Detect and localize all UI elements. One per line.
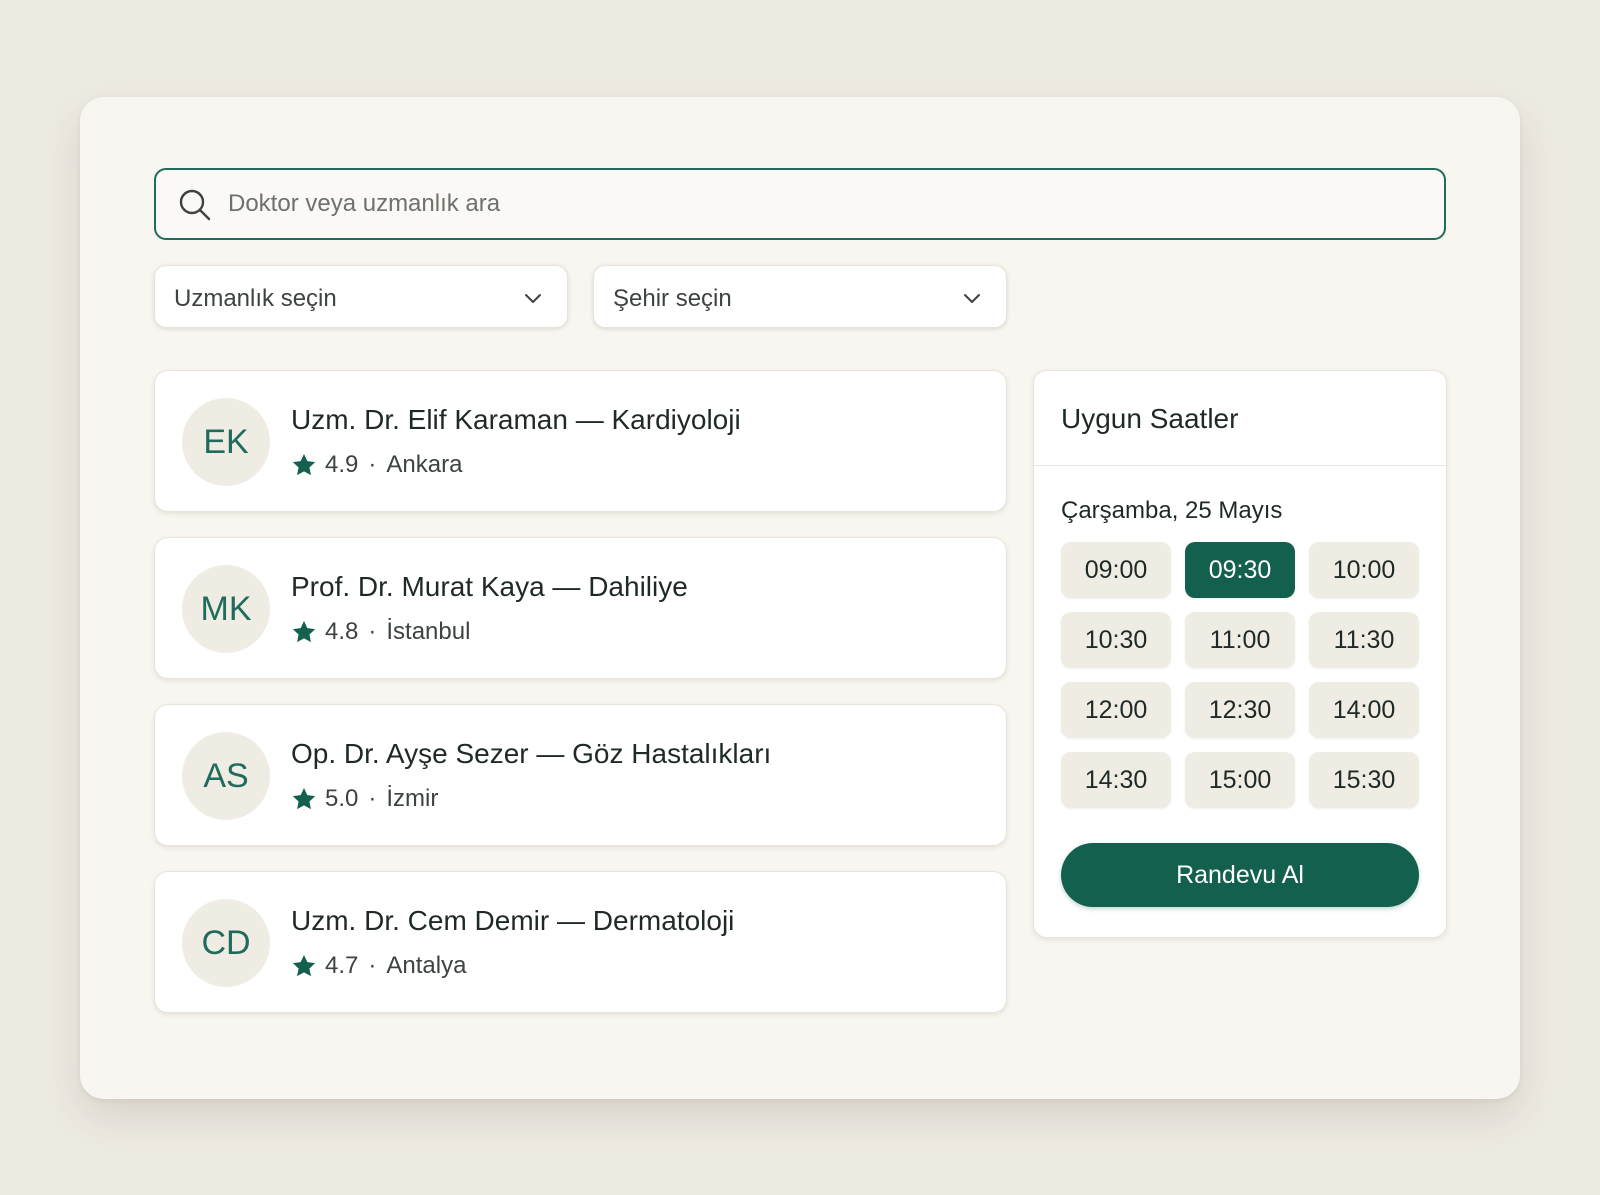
time-slot-selected[interactable]: 09:30 xyxy=(1185,542,1295,598)
time-slot[interactable]: 14:00 xyxy=(1309,682,1419,738)
city-select-label: Şehir seçin xyxy=(613,285,732,312)
doctor-meta: 4.9 · Ankara xyxy=(291,451,462,479)
time-slot[interactable]: 11:30 xyxy=(1309,612,1419,668)
specialty-select-label: Uzmanlık seçin xyxy=(174,285,337,312)
doctor-rating: 4.9 xyxy=(325,451,359,478)
doctor-card-1[interactable]: MK Prof. Dr. Murat Kaya — Dahiliye 4.8 ·… xyxy=(154,537,1007,679)
doctor-card-0[interactable]: EK Uzm. Dr. Elif Karaman — Kardiyoloji 4… xyxy=(154,370,1007,512)
divider xyxy=(1034,465,1446,466)
avatar: MK xyxy=(182,565,270,653)
doctor-card-3[interactable]: CD Uzm. Dr. Cem Demir — Dermatoloji 4.7 … xyxy=(154,871,1007,1013)
separator: · xyxy=(368,451,377,478)
time-slot[interactable]: 11:00 xyxy=(1185,612,1295,668)
chevron-down-icon xyxy=(964,294,980,303)
star-icon xyxy=(292,954,316,977)
avatar: CD xyxy=(182,899,270,987)
doctor-city: Ankara xyxy=(386,451,463,478)
booking-panel: Uzmanlık seçin Şehir seçin EK Uzm. Dr. E… xyxy=(80,97,1520,1099)
time-slot[interactable]: 10:30 xyxy=(1061,612,1171,668)
doctor-name: Uzm. Dr. Elif Karaman — Kardiyoloji xyxy=(291,404,741,435)
time-slot[interactable]: 12:00 xyxy=(1061,682,1171,738)
doctor-card-2[interactable]: AS Op. Dr. Ayşe Sezer — Göz Hastalıkları… xyxy=(154,704,1007,846)
doctor-city: Antalya xyxy=(386,952,467,979)
separator: · xyxy=(368,785,377,812)
avatar: AS xyxy=(182,732,270,820)
doctor-rating: 4.8 xyxy=(325,618,359,645)
book-appointment-button[interactable]: Randevu Al xyxy=(1061,843,1419,907)
time-slot[interactable]: 09:00 xyxy=(1061,542,1171,598)
doctor-rating: 4.7 xyxy=(325,952,359,979)
separator: · xyxy=(368,952,377,979)
doctor-name: Uzm. Dr. Cem Demir — Dermatoloji xyxy=(291,905,735,936)
slots-date: Çarşamba, 25 Mayıs xyxy=(1061,497,1283,524)
search-input[interactable] xyxy=(228,170,1428,238)
time-slot[interactable]: 10:00 xyxy=(1309,542,1419,598)
slot-grid: 09:00 09:30 10:00 10:30 11:00 11:30 12:0… xyxy=(1061,542,1419,808)
time-slot[interactable]: 14:30 xyxy=(1061,752,1171,808)
available-slots-card: Uygun Saatler Çarşamba, 25 Mayıs 09:00 0… xyxy=(1033,370,1447,938)
time-slot[interactable]: 15:30 xyxy=(1309,752,1419,808)
doctor-meta: 5.0 · İzmir xyxy=(291,785,438,813)
doctor-city: İzmir xyxy=(386,785,439,812)
city-select[interactable]: Şehir seçin xyxy=(593,265,1007,328)
search-icon xyxy=(179,189,211,221)
slots-title: Uygun Saatler xyxy=(1061,403,1239,434)
separator: · xyxy=(368,618,377,645)
time-slot[interactable]: 12:30 xyxy=(1185,682,1295,738)
doctor-meta: 4.8 · İstanbul xyxy=(291,618,470,646)
star-icon xyxy=(292,620,316,643)
chevron-down-icon xyxy=(525,294,541,303)
doctor-name: Prof. Dr. Murat Kaya — Dahiliye xyxy=(291,571,688,602)
doctor-name: Op. Dr. Ayşe Sezer — Göz Hastalıkları xyxy=(291,738,772,769)
star-icon xyxy=(292,453,316,476)
doctor-city: İstanbul xyxy=(386,618,471,645)
doctor-rating: 5.0 xyxy=(325,785,359,812)
specialty-select[interactable]: Uzmanlık seçin xyxy=(154,265,568,328)
search-box[interactable] xyxy=(154,168,1446,240)
avatar: EK xyxy=(182,398,270,486)
time-slot[interactable]: 15:00 xyxy=(1185,752,1295,808)
doctor-meta: 4.7 · Antalya xyxy=(291,952,466,980)
star-icon xyxy=(292,787,316,810)
